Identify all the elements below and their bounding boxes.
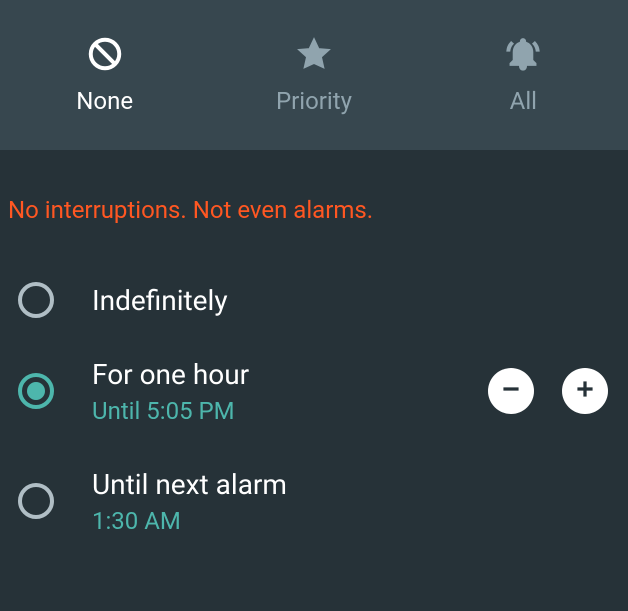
option-for-one-hour[interactable]: For one hour Until 5:05 PM [0, 336, 628, 446]
option-for-one-hour-text: For one hour Until 5:05 PM [92, 358, 488, 425]
option-indefinitely-label: Indefinitely [92, 284, 610, 317]
interruption-mode-tabs: None Priority All [0, 0, 628, 150]
decrease-duration-button[interactable] [488, 368, 534, 414]
minus-icon [498, 376, 524, 406]
option-until-next-alarm-text: Until next alarm 1:30 AM [92, 468, 610, 535]
option-for-one-hour-label: For one hour [92, 358, 488, 391]
tab-priority[interactable]: Priority [209, 0, 418, 150]
tab-none-label: None [76, 87, 133, 115]
option-until-next-alarm-sub: 1:30 AM [92, 507, 610, 535]
increase-duration-button[interactable] [562, 368, 608, 414]
option-until-next-alarm[interactable]: Until next alarm 1:30 AM [0, 446, 628, 556]
radio-indefinitely[interactable] [18, 282, 54, 318]
radio-for-one-hour[interactable] [18, 373, 54, 409]
star-icon [295, 35, 333, 73]
radio-until-next-alarm[interactable] [18, 483, 54, 519]
tab-all-label: All [510, 87, 537, 115]
option-indefinitely[interactable]: Indefinitely [0, 264, 628, 336]
duration-steppers [488, 368, 608, 414]
tab-none[interactable]: None [0, 0, 209, 150]
block-icon [86, 35, 124, 73]
bell-ring-icon [504, 35, 542, 73]
option-until-next-alarm-label: Until next alarm [92, 468, 610, 501]
plus-icon [572, 376, 598, 406]
content-area: No interruptions. Not even alarms. Indef… [0, 150, 628, 556]
option-indefinitely-text: Indefinitely [92, 284, 610, 317]
warning-text: No interruptions. Not even alarms. [0, 196, 628, 264]
tab-all[interactable]: All [419, 0, 628, 150]
tab-priority-label: Priority [276, 87, 352, 115]
option-for-one-hour-sub: Until 5:05 PM [92, 397, 488, 425]
